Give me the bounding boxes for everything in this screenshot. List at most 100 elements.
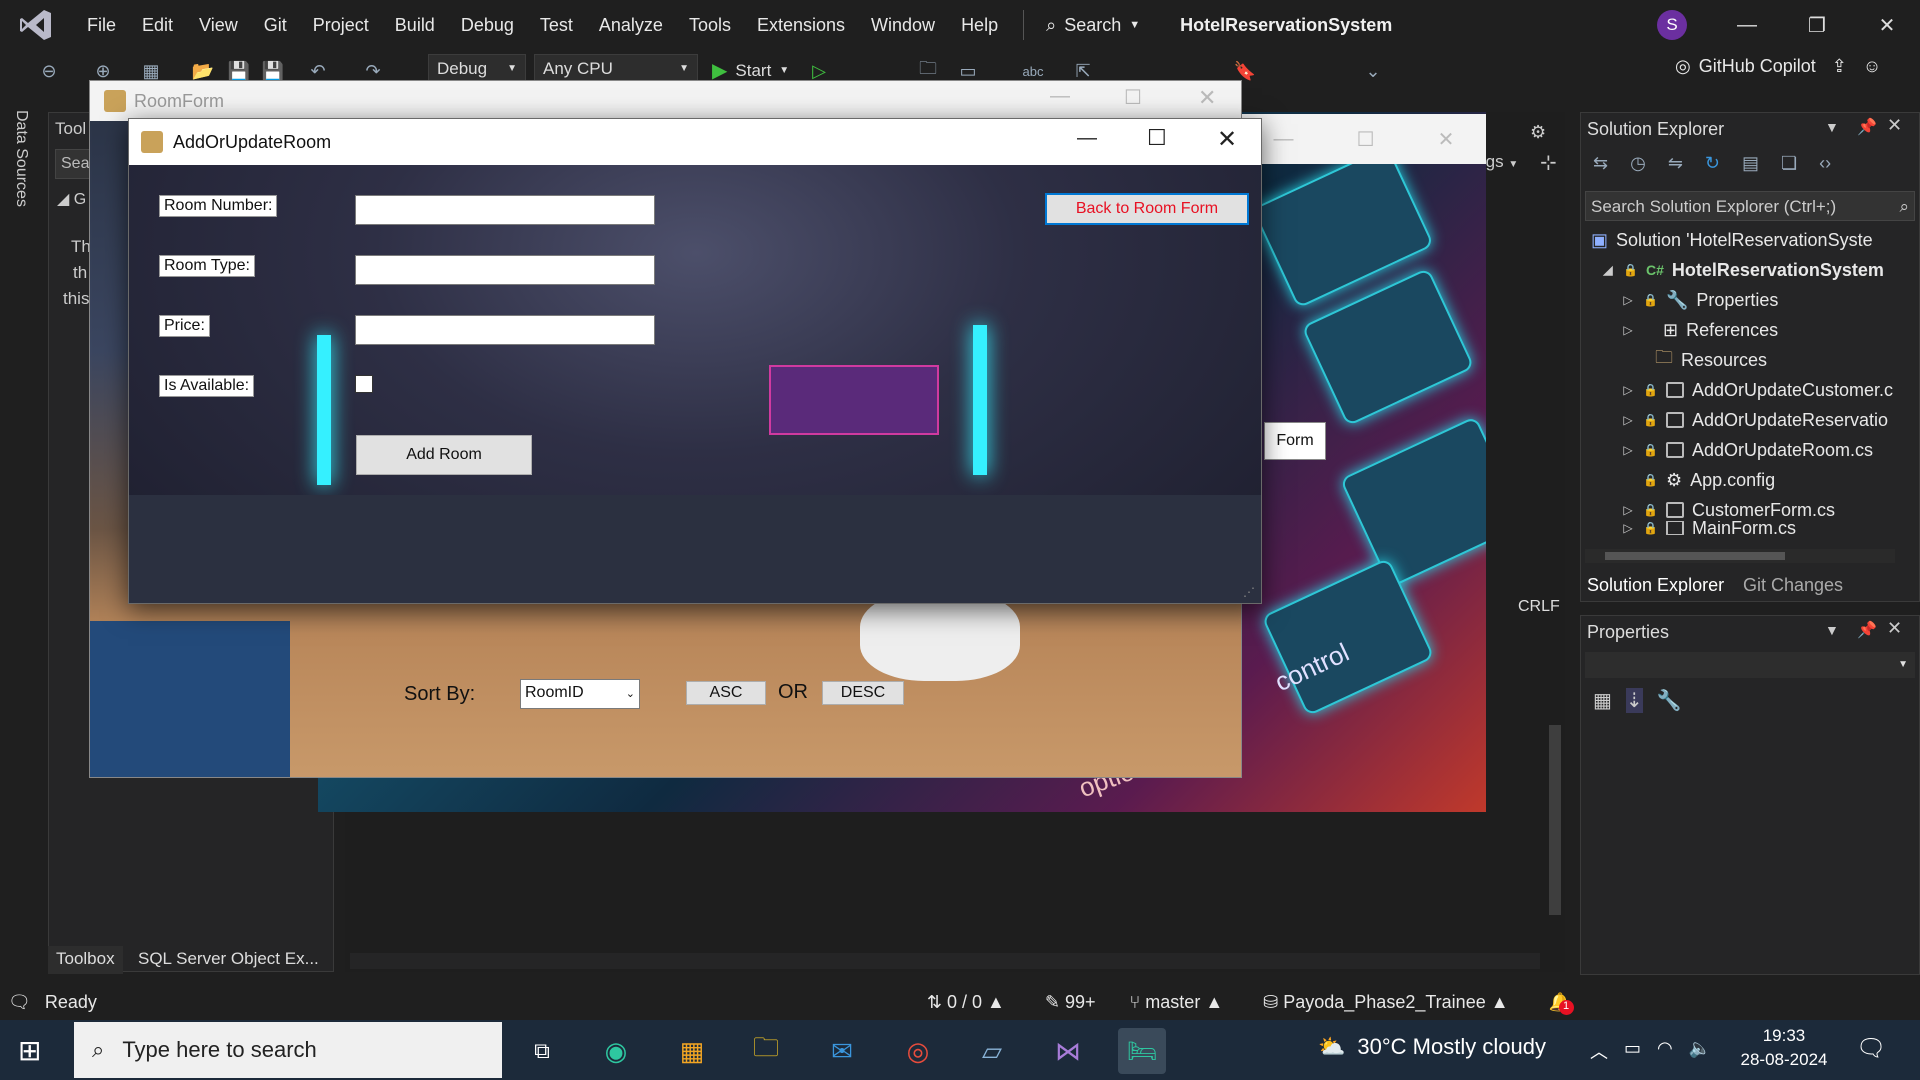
resize-grip-icon[interactable]: ⋰ [1243,585,1255,599]
pin-icon[interactable]: 📌 [1857,620,1877,640]
toolbox-group[interactable]: ◢ G [57,189,86,209]
minimize-icon[interactable]: — [1274,128,1294,151]
global-search[interactable]: ⌕ Search ▼ [1036,15,1150,36]
close-icon[interactable]: ✕ [1198,85,1216,111]
back-to-room-form-button[interactable]: Back to Room Form [1045,193,1249,225]
collapse-icon[interactable]: ▤ [1742,153,1759,174]
notifications-icon[interactable]: 🔔 1 [1549,992,1574,1015]
windows-start-icon[interactable]: ⊞ [18,1034,41,1067]
add-room-button[interactable]: Add Room [356,435,532,475]
notification-center-icon[interactable]: 🗨 [1856,1034,1886,1063]
close-icon[interactable]: ✕ [1887,115,1902,136]
menu-build[interactable]: Build [382,0,448,50]
menu-extensions[interactable]: Extensions [744,0,858,50]
repo-selector[interactable]: ⛁ Payoda_Phase2_Trainee ▲ [1263,992,1508,1013]
chrome-icon[interactable]: ◎ [894,1028,942,1074]
minimize-icon[interactable]: — [1712,0,1782,50]
gear-icon[interactable]: ⚙ [1530,122,1546,143]
tree-item-mainform[interactable]: ▷ 🔒 MainForm.cs [1621,521,1796,535]
line-ending[interactable]: CRLF [1518,598,1560,616]
menu-edit[interactable]: Edit [129,0,186,50]
close-icon[interactable]: ✕ [1438,127,1455,152]
sync-icon[interactable]: ⇆ [1593,153,1608,174]
github-copilot-button[interactable]: ◎ GitHub Copilot ⇪ ☺ [1675,56,1881,77]
battery-icon[interactable]: ▭ [1624,1038,1641,1064]
tree-item-addorupdateroom[interactable]: ▷ 🔒 AddOrUpdateRoom.cs [1621,435,1873,465]
tree-item-app-config[interactable]: 🔒 ⚙ App.config [1643,465,1775,495]
main-form-button[interactable]: Form [1264,422,1326,460]
weather-widget[interactable]: ⛅ 30°C Mostly cloudy [1318,1034,1546,1060]
notepad-icon[interactable]: ▱ [968,1028,1016,1074]
room-number-input[interactable] [355,195,655,225]
user-avatar[interactable]: S [1657,10,1687,40]
clock[interactable]: 19:33 28-08-2024 [1736,1026,1832,1070]
code-icon[interactable]: ‹› [1819,153,1831,174]
restore-icon[interactable]: ❐ [1782,0,1852,50]
tree-item-resources[interactable]: 🗀 Resources [1655,345,1767,375]
chevron-up-icon[interactable]: ︿ [1590,1038,1608,1064]
sort-by-select[interactable]: RoomID ⌄ [520,679,640,709]
tree-item-addorupdatecustomer[interactable]: ▷ 🔒 AddOrUpdateCustomer.c [1621,375,1893,405]
is-available-checkbox[interactable] [355,375,373,393]
close-icon[interactable]: ✕ [1887,618,1902,639]
tree-item-addorupdatereservation[interactable]: ▷ 🔒 AddOrUpdateReservatio [1621,405,1888,435]
split-icon[interactable]: ⊹ [1540,150,1557,175]
pin-icon[interactable]: 📌 [1857,117,1877,137]
taskbar-search[interactable]: ⌕ Type here to search [74,1022,502,1078]
menu-analyze[interactable]: Analyze [586,0,676,50]
solution-search[interactable]: Search Solution Explorer (Ctrl+;) ⌕ [1585,191,1915,221]
visual-studio-taskbar-icon[interactable]: ⋈ [1044,1028,1092,1074]
menu-debug[interactable]: Debug [448,0,527,50]
tree-horizontal-scrollbar[interactable] [1585,549,1895,563]
editor-combo[interactable]: rgs ▼ [1480,152,1540,178]
copy-icon[interactable]: ❏ [1781,153,1797,174]
hotel-app-taskbar-icon[interactable]: 🛏 [1118,1028,1166,1074]
task-view-icon[interactable]: ⧉ [518,1028,566,1074]
lower-scrollbar[interactable] [1545,715,1565,945]
wifi-icon[interactable]: ◠ [1657,1038,1673,1064]
back-nav-icon[interactable]: ⊖ [36,58,62,84]
panel-options-icon[interactable]: ▼ [1825,119,1839,135]
sql-server-tab[interactable]: SQL Server Object Ex... [130,946,327,974]
volume-icon[interactable]: 🔈 [1689,1038,1711,1064]
tree-item-references[interactable]: ▷ ⊞ References [1621,315,1778,345]
edge-icon[interactable]: ◉ [592,1028,640,1074]
menu-help[interactable]: Help [948,0,1011,50]
alphabetical-icon[interactable]: ⇣ [1625,688,1643,713]
panel-options-icon[interactable]: ▼ [1825,622,1839,638]
tab-solution-explorer[interactable]: Solution Explorer [1587,575,1724,596]
mail-icon[interactable]: ✉ [818,1028,866,1074]
maximize-icon[interactable]: ☐ [1147,125,1167,151]
history-icon[interactable]: ◷ [1630,153,1646,174]
store-icon[interactable]: ▦ [668,1028,716,1074]
wrench-icon[interactable]: 🔧 [1657,688,1682,713]
project-node[interactable]: ◢ 🔒 C# HotelReservationSystem [1601,255,1884,285]
menu-test[interactable]: Test [527,0,586,50]
tree-item-properties[interactable]: ▷ 🔒 🔧 Properties [1621,285,1778,315]
branch-selector[interactable]: ⑂ master ▲ [1129,992,1223,1013]
overflow-icon[interactable]: ⌄ [1360,58,1386,84]
menu-project[interactable]: Project [300,0,382,50]
maximize-icon[interactable]: ☐ [1124,85,1142,110]
room-type-input[interactable] [355,255,655,285]
editor-scrollbar[interactable] [1545,190,1565,580]
file-explorer-icon[interactable]: 🗀 [742,1028,790,1074]
menu-view[interactable]: View [186,0,251,50]
toolbox-tab[interactable]: Toolbox [48,946,123,974]
minimize-icon[interactable]: — [1050,85,1070,108]
categorized-icon[interactable]: ▦ [1593,688,1612,713]
menu-tools[interactable]: Tools [676,0,744,50]
horizontal-scrollbar[interactable] [350,953,1540,969]
changes-counter[interactable]: ✎ 99+ [1045,992,1096,1013]
solution-node[interactable]: ▣ Solution 'HotelReservationSyste [1591,225,1873,255]
switch-view-icon[interactable]: ⇋ [1668,153,1683,174]
sort-asc-button[interactable]: ASC [686,681,766,705]
menu-window[interactable]: Window [858,0,948,50]
data-sources-tab[interactable]: Data Sources [12,110,30,207]
menu-file[interactable]: File [74,0,129,50]
sort-desc-button[interactable]: DESC [822,681,904,705]
close-icon[interactable]: ✕ [1217,125,1237,154]
menu-git[interactable]: Git [251,0,300,50]
properties-object-combo[interactable]: ▼ [1585,652,1915,678]
refresh-icon[interactable]: ↻ [1705,153,1720,174]
